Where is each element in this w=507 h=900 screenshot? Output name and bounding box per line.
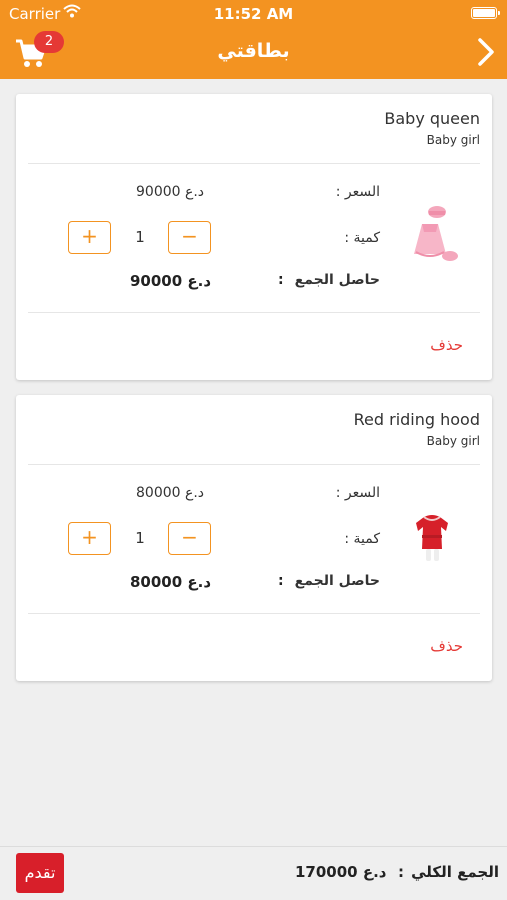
forward-button[interactable]	[473, 35, 499, 69]
divider	[28, 312, 480, 313]
pink-baby-dress-image	[404, 202, 464, 268]
increase-quantity-button[interactable]: +	[68, 221, 111, 254]
subtotal-colon: :	[278, 573, 284, 589]
divider	[28, 613, 480, 614]
quantity-value: 1	[135, 529, 145, 547]
minus-icon: −	[181, 224, 198, 248]
nav-bar: 2 بطاقتي	[0, 26, 507, 79]
minus-icon: −	[181, 525, 198, 549]
status-bar: Carrier 11:52 AM	[0, 0, 507, 26]
price-label: السعر :	[335, 485, 380, 501]
grand-total-colon: :	[398, 863, 404, 881]
app-header: Carrier 11:52 AM 2 بطاقتي	[0, 0, 507, 79]
cart-item-card: Red riding hood Baby girl السعر : 80000 …	[16, 395, 492, 681]
red-baby-dress-image	[404, 503, 464, 569]
grand-total-label: الجمع الكلي	[411, 863, 499, 881]
checkout-bar: تقدم 170000 د.ع : الجمع الكلي	[0, 846, 507, 900]
delete-button[interactable]: حذف	[430, 637, 463, 655]
quantity-value: 1	[135, 228, 145, 246]
price-label: السعر :	[335, 184, 380, 200]
battery-icon	[471, 7, 500, 19]
price-value: 90000 د.ع	[136, 184, 205, 200]
divider	[28, 464, 480, 465]
plus-icon: +	[81, 224, 98, 248]
increase-quantity-button[interactable]: +	[68, 522, 111, 555]
product-category: Baby girl	[426, 133, 480, 147]
subtotal-value: 80000 د.ع	[130, 573, 212, 591]
product-category: Baby girl	[426, 434, 480, 448]
subtotal-value: 90000 د.ع	[130, 272, 212, 290]
product-name: Baby queen	[384, 109, 480, 128]
decrease-quantity-button[interactable]: −	[168, 522, 211, 555]
quantity-label: كمية :	[344, 531, 380, 547]
delete-button[interactable]: حذف	[430, 336, 463, 354]
status-time: 11:52 AM	[213, 5, 294, 23]
price-value: 80000 د.ع	[136, 485, 205, 501]
subtotal-colon: :	[278, 272, 284, 288]
plus-icon: +	[81, 525, 98, 549]
chevron-right-icon	[473, 38, 499, 73]
divider	[28, 163, 480, 164]
page-title: بطاقتي	[217, 40, 290, 62]
decrease-quantity-button[interactable]: −	[168, 221, 211, 254]
grand-total-value: 170000 د.ع	[295, 863, 387, 881]
checkout-button[interactable]: تقدم	[16, 853, 64, 893]
subtotal-label: حاصل الجمع	[294, 272, 380, 288]
cart-item-card: Baby queen Baby girl السعر : 90000 د.ع ك…	[16, 94, 492, 380]
subtotal-label: حاصل الجمع	[294, 573, 380, 589]
product-name: Red riding hood	[353, 410, 480, 429]
quantity-label: كمية :	[344, 230, 380, 246]
